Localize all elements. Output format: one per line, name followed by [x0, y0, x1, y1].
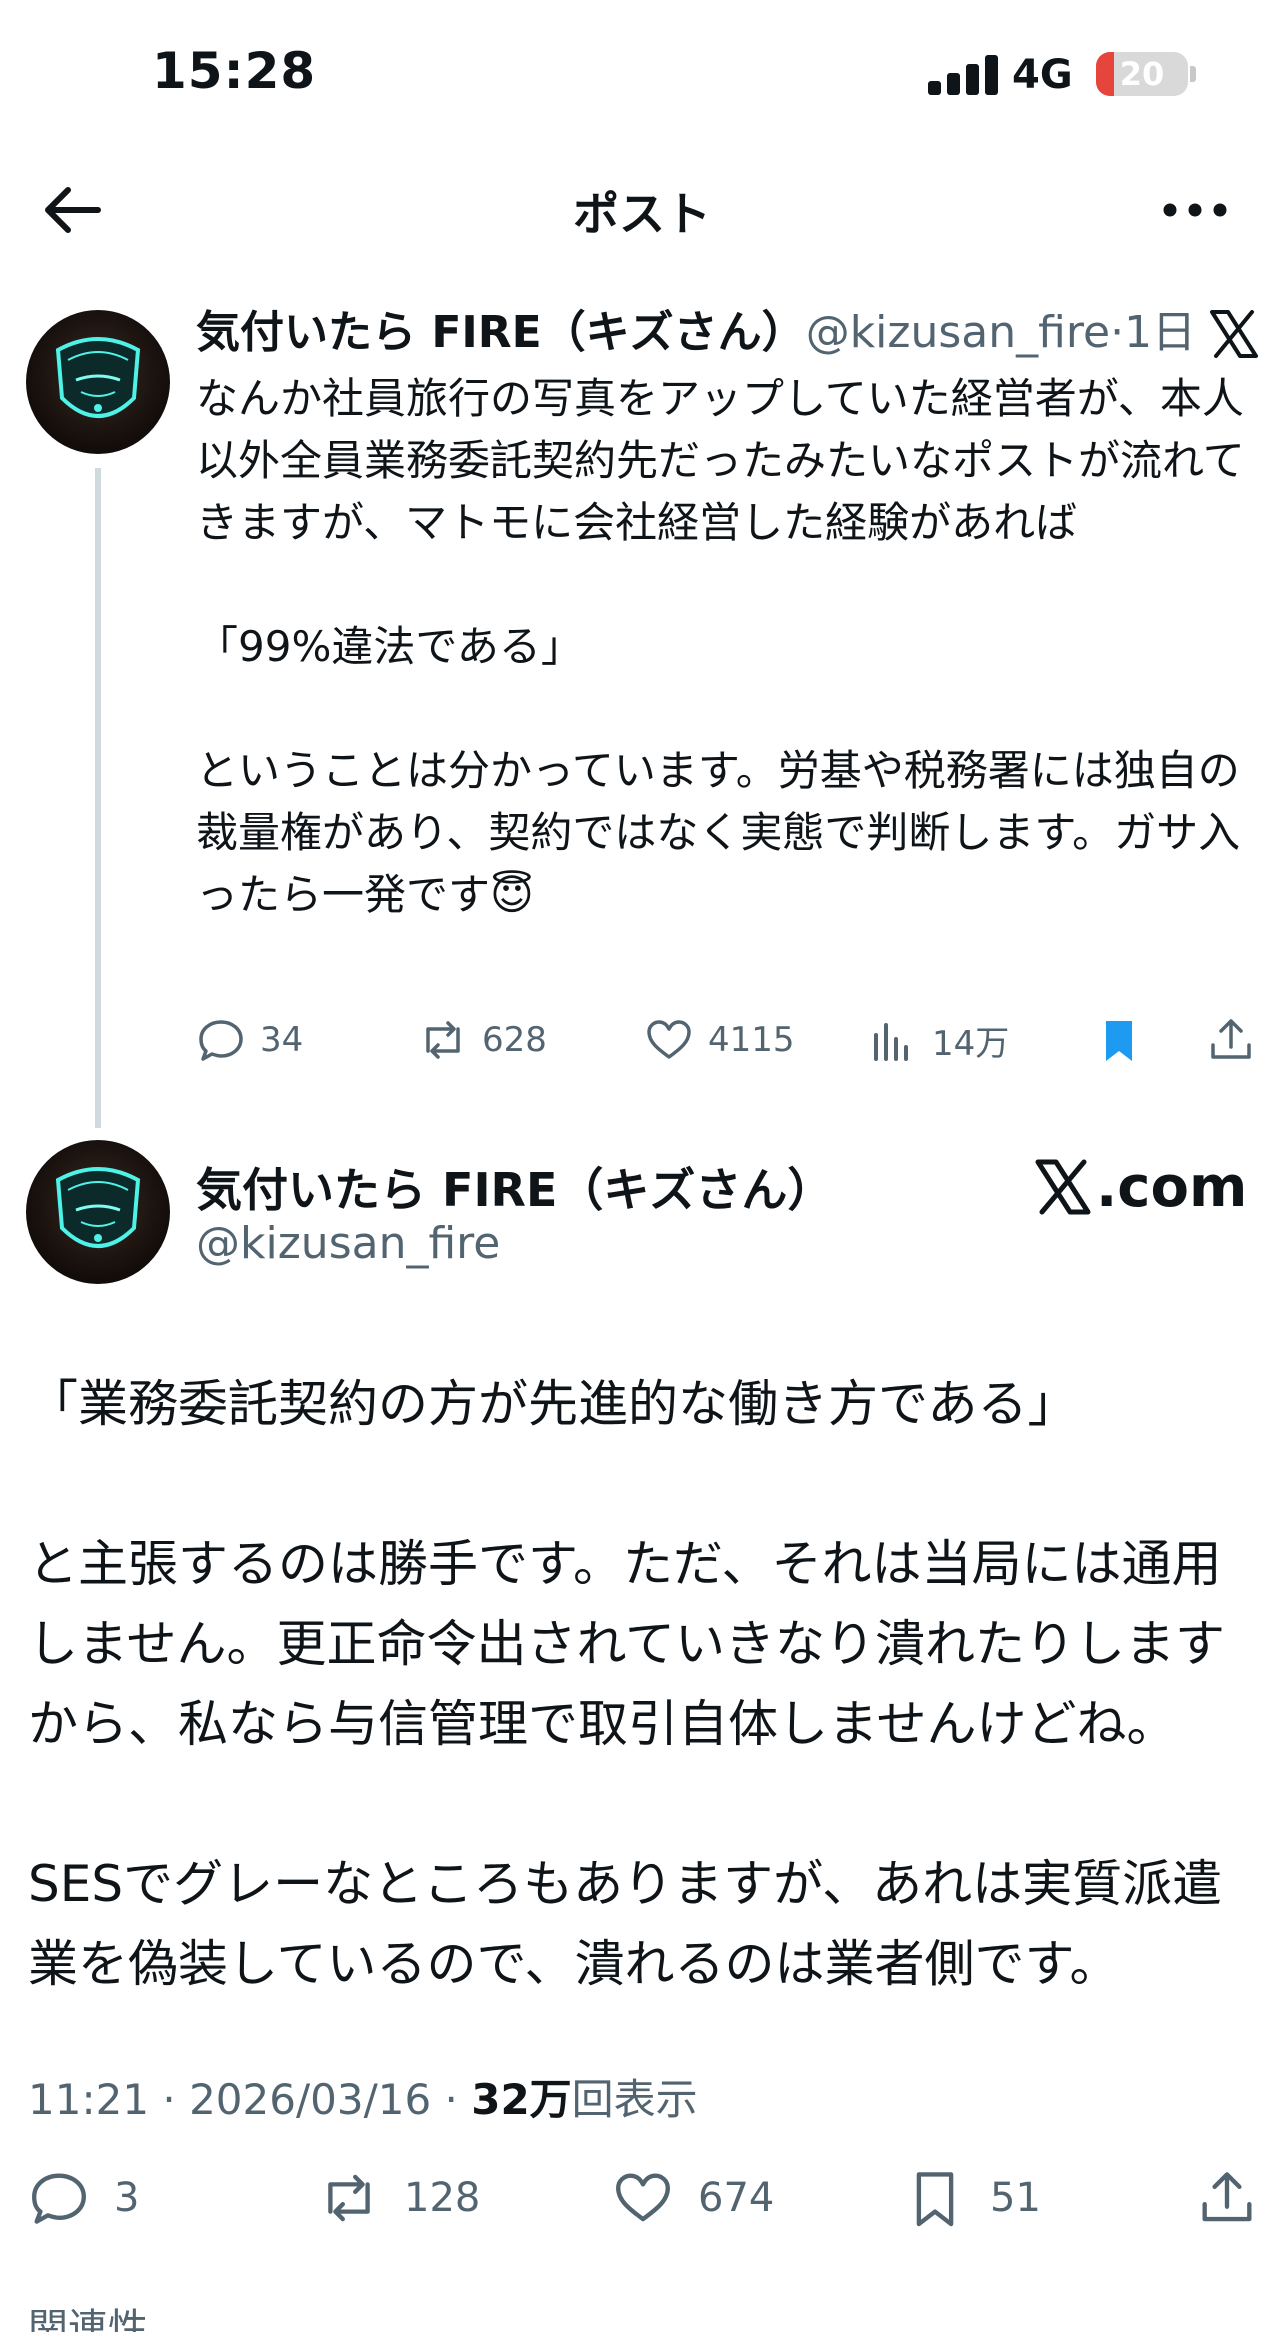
champagne-shield-icon	[55, 1167, 141, 1248]
like-button[interactable]: 4115	[644, 1008, 795, 1072]
quoted-post-text: なんか社員旅行の写真をアップしていた経営者が、本人以外全員業務委託契約先だったみ…	[196, 374, 1245, 919]
repost-button[interactable]: 628	[418, 1008, 547, 1072]
heart-icon	[647, 1020, 691, 1059]
reply-icon	[32, 2173, 86, 2224]
heart-icon	[616, 2173, 670, 2222]
status-bar: 15:28 4G 20	[0, 0, 1284, 150]
author-handle[interactable]: @kizusan_fire	[806, 307, 1110, 358]
reply-icon	[199, 1020, 243, 1061]
x-com-watermark: .com	[1034, 1152, 1247, 1222]
battery-cap	[1190, 66, 1196, 82]
timestamp-text: 11:21 · 2026/03/16 ·	[28, 2075, 472, 2124]
battery-level: 20	[1119, 55, 1165, 93]
more-button[interactable]	[1160, 190, 1230, 230]
x-logo-icon	[1035, 1159, 1091, 1215]
avatar[interactable]	[26, 1140, 170, 1284]
bookmark-count: 51	[990, 2175, 1041, 2221]
sort-relevance-button[interactable]: 関連性 ⌄	[28, 2296, 194, 2332]
quoted-post-header: 気付いたら FIRE（キズさん）@kizusan_fire·1日	[196, 305, 1196, 361]
repost-count: 628	[482, 1020, 547, 1060]
more-dots-icon	[1163, 203, 1227, 217]
reply-count: 34	[260, 1020, 304, 1060]
quoted-post-actions: 34 628 4115 14万	[196, 1008, 1266, 1072]
reply-button[interactable]: 3	[28, 2160, 139, 2236]
battery-icon: 20	[1096, 52, 1188, 96]
reply-button[interactable]: 34	[196, 1008, 303, 1072]
share-icon	[1211, 1019, 1251, 1059]
repost-button[interactable]: 128	[318, 2160, 480, 2236]
page-title: ポスト	[573, 187, 711, 241]
bookmark-button[interactable]	[1094, 1008, 1158, 1072]
watermark-text: .com	[1096, 1154, 1248, 1220]
related-label: 関連性	[28, 2306, 148, 2332]
share-button[interactable]	[1196, 2160, 1282, 2236]
status-time: 15:28	[152, 42, 317, 100]
views-chart-icon	[874, 1023, 908, 1061]
chevron-down-icon: ⌄	[160, 2306, 195, 2332]
like-count: 674	[698, 2175, 775, 2221]
post-age: 1日	[1124, 307, 1197, 358]
bookmark-button[interactable]: 51	[904, 2160, 1041, 2236]
author-display-name[interactable]: 気付いたら FIRE（キズさん）	[196, 1154, 833, 1220]
views-label: 回表示	[571, 2075, 698, 2124]
author-handle[interactable]: @kizusan_fire	[196, 1218, 500, 1269]
thread-connector-line	[95, 468, 101, 1128]
meta-separator: ·	[1110, 307, 1125, 358]
author-display-name[interactable]: 気付いたら FIRE（キズさん）	[196, 307, 806, 358]
avatar[interactable]	[26, 310, 170, 454]
repost-icon	[426, 1021, 460, 1059]
view-count: 14万	[932, 1023, 1010, 1064]
main-post-actions: 3 128 674 51	[0, 2160, 1284, 2236]
bookmark-filled-icon	[1106, 1021, 1132, 1061]
main-post-text: 「業務委託契約の方が先進的な働き方である」 と主張するのは勝手です。ただ、それは…	[28, 1375, 1225, 1993]
share-button[interactable]	[1206, 1008, 1270, 1072]
x-logo-icon	[1210, 310, 1258, 358]
bookmark-icon	[916, 2172, 954, 2227]
repost-count: 128	[404, 2175, 481, 2221]
post-timestamp: 11:21 · 2026/03/16 · 32万回表示	[28, 2066, 698, 2127]
views-button[interactable]: 14万	[868, 1008, 1009, 1072]
champagne-shield-icon	[55, 337, 141, 418]
views-count: 32万	[471, 2075, 572, 2124]
cellular-signal-icon	[928, 55, 1000, 95]
nav-bar: ポスト	[0, 150, 1284, 270]
repost-icon	[328, 2174, 370, 2222]
like-button[interactable]: 674	[612, 2160, 774, 2236]
like-count: 4115	[708, 1020, 795, 1060]
network-type: 4G	[1012, 52, 1073, 98]
share-icon	[1202, 2172, 1252, 2222]
reply-count: 3	[114, 2175, 140, 2221]
